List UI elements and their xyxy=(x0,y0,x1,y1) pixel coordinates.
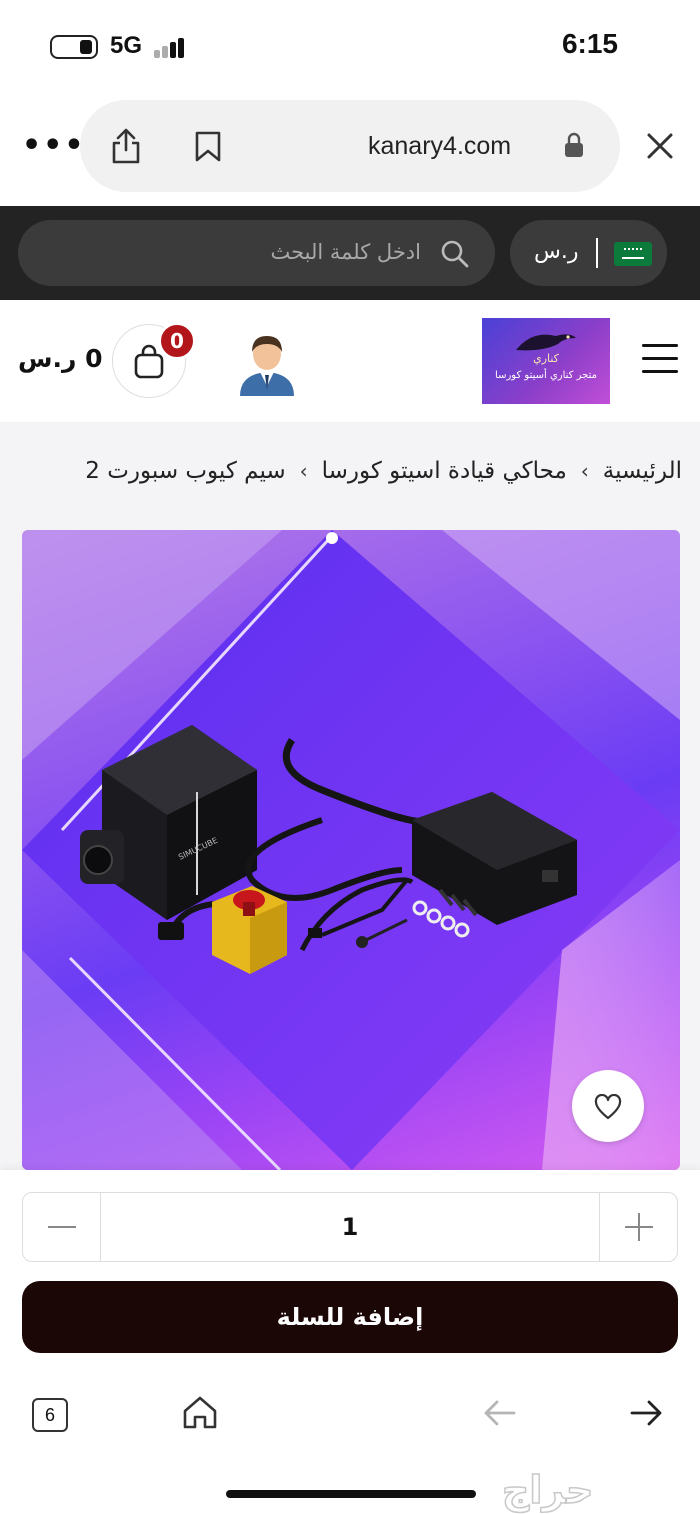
back-arrow-icon[interactable] xyxy=(482,1398,516,1432)
site-header: 0 ر.س 0 كناري متجر كناري أسيتو كورسا xyxy=(0,300,700,422)
heart-icon xyxy=(594,1094,622,1120)
breadcrumb-separator: › xyxy=(580,459,589,483)
user-avatar-icon[interactable] xyxy=(238,330,296,400)
breadcrumb-separator: › xyxy=(299,459,308,483)
address-bar[interactable]: kanary4.com xyxy=(80,100,620,192)
forward-arrow-icon[interactable] xyxy=(630,1398,664,1432)
search-icon[interactable] xyxy=(441,240,469,272)
increase-quantity-button[interactable] xyxy=(599,1193,677,1261)
browser-bar: ••• kanary4.com xyxy=(0,92,700,206)
product-illustration: SIMUCUBE xyxy=(22,530,680,1170)
product-image[interactable]: SIMUCUBE xyxy=(22,530,680,1170)
add-to-cart-button[interactable]: إضافة للسلة xyxy=(22,1281,678,1353)
bookmark-icon[interactable] xyxy=(194,130,222,166)
search-strip: ادخل كلمة البحث ر.س xyxy=(0,206,700,300)
url-text: kanary4.com xyxy=(368,132,512,160)
purchase-panel: 1 إضافة للسلة xyxy=(0,1170,700,1376)
watermark: حراج xyxy=(501,1467,594,1513)
quantity-value[interactable]: 1 xyxy=(101,1213,599,1241)
wishlist-button[interactable] xyxy=(572,1070,644,1142)
lock-icon xyxy=(564,132,584,162)
breadcrumb: الرئيسية › محاكي قيادة اسيتو كورسا › سيم كيو… xyxy=(20,458,682,484)
logo-title: كناري xyxy=(533,352,559,365)
currency-divider xyxy=(596,238,598,268)
menu-icon[interactable] xyxy=(642,344,678,383)
cart-total: 0 ر.س xyxy=(18,344,103,373)
status-time: 6:15 xyxy=(561,28,618,59)
logo-subtitle: متجر كناري أسيتو كورسا xyxy=(495,370,597,381)
signal-icon xyxy=(152,36,192,58)
network-label: 5G xyxy=(110,32,143,59)
breadcrumb-category[interactable]: محاكي قيادة اسيتو كورسا xyxy=(322,458,567,484)
bird-logo-icon xyxy=(516,334,576,351)
currency-label: ر.س xyxy=(534,239,579,264)
search-placeholder: ادخل كلمة البحث xyxy=(270,240,421,264)
tabs-button[interactable]: 6 xyxy=(32,1398,68,1432)
more-icon[interactable]: ••• xyxy=(22,131,86,161)
quantity-stepper: 1 xyxy=(22,1192,678,1262)
search-input[interactable]: ادخل كلمة البحث xyxy=(18,220,495,286)
cart-count-badge: 0 xyxy=(158,322,196,360)
home-icon[interactable] xyxy=(182,1394,218,1434)
battery-icon xyxy=(50,35,98,59)
share-icon[interactable] xyxy=(110,128,142,168)
home-indicator xyxy=(226,1490,476,1498)
breadcrumb-current: سيم كيوب سبورت 2 xyxy=(85,458,286,484)
decrease-quantity-button[interactable] xyxy=(23,1193,101,1261)
saudi-flag-icon xyxy=(614,242,652,266)
breadcrumb-home[interactable]: الرئيسية xyxy=(603,458,682,484)
browser-toolbar: 6 حراج xyxy=(0,1376,700,1514)
close-icon[interactable] xyxy=(646,132,674,164)
currency-selector[interactable]: ر.س xyxy=(510,220,667,286)
status-bar: 5G 6:15 xyxy=(0,0,700,92)
store-logo[interactable]: كناري متجر كناري أسيتو كورسا xyxy=(482,318,610,404)
